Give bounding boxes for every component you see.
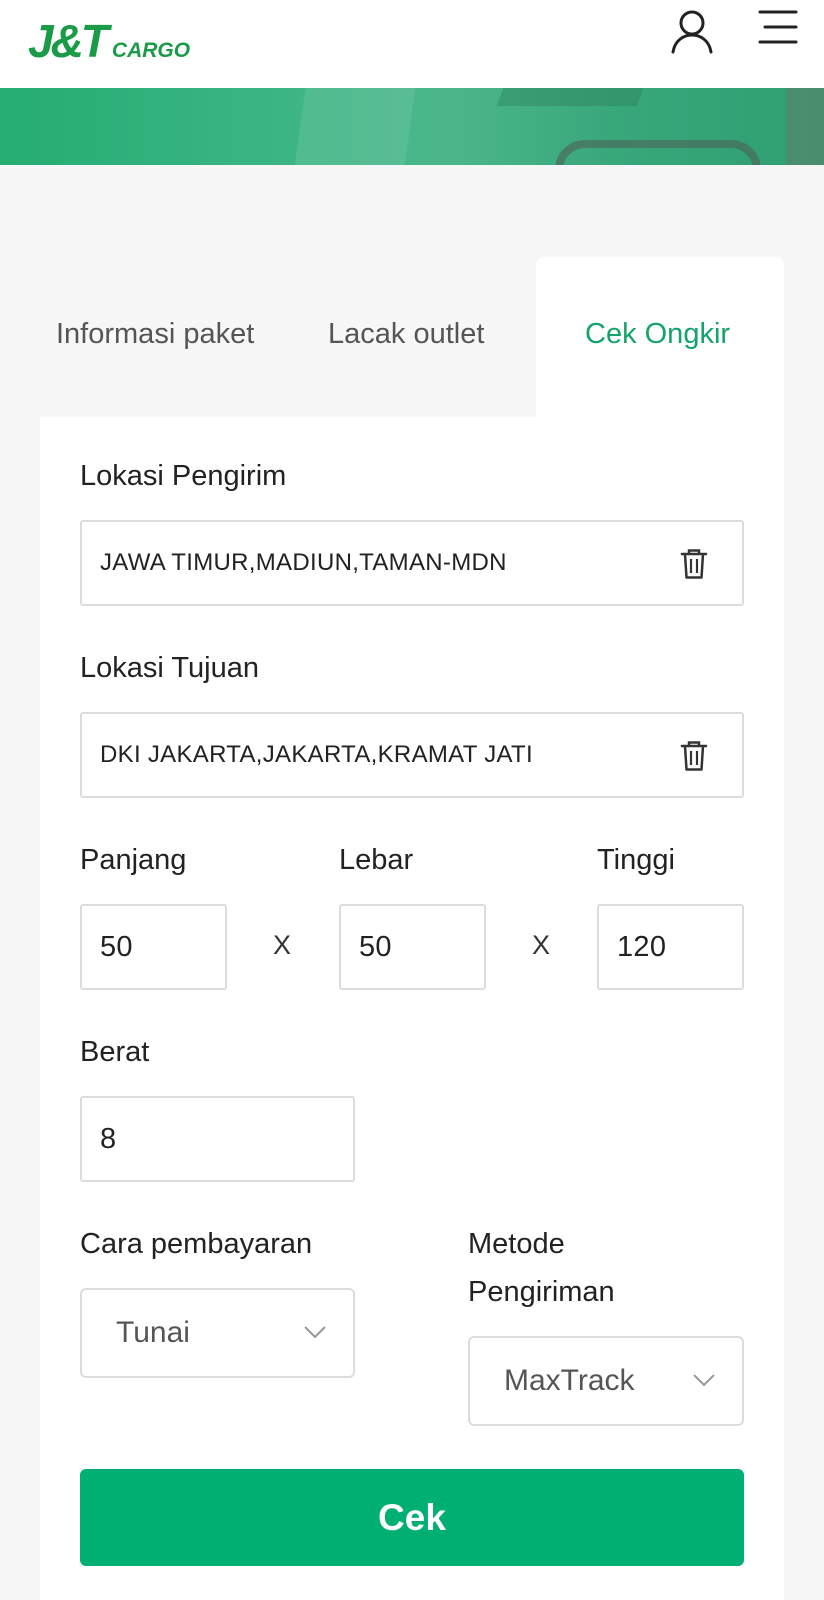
shipping-method-select[interactable]: MaxTrack [468, 1336, 744, 1426]
shipping-method-value: MaxTrack [504, 1364, 635, 1397]
length-input[interactable]: 50 [80, 904, 227, 990]
width-label: Lebar [339, 844, 414, 876]
chevron-down-icon [304, 1326, 326, 1339]
width-value: 50 [359, 930, 392, 963]
sender-location-value: JAWA TIMUR,MADIUN,TAMAN-MDN [100, 549, 507, 576]
site-header: J&T CARGO [0, 0, 824, 88]
jnt-cargo-logo[interactable]: J&T CARGO [28, 14, 190, 64]
weight-value: 8 [100, 1122, 117, 1155]
weight-input[interactable]: 8 [80, 1096, 355, 1182]
tab-cek-ongkir[interactable]: Cek Ongkir [585, 318, 730, 351]
shipping-method-label-line2: Pengiriman [468, 1276, 615, 1308]
payment-method-value: Tunai [116, 1316, 190, 1349]
logo-main-text: J&T [28, 15, 109, 67]
length-value: 50 [100, 930, 133, 963]
tab-lacak-outlet[interactable]: Lacak outlet [328, 318, 484, 351]
destination-location-label: Lokasi Tujuan [80, 652, 259, 684]
weight-label: Berat [80, 1036, 150, 1068]
cek-button[interactable]: Cek [80, 1469, 744, 1566]
times-symbol: X [532, 930, 551, 960]
destination-location-field[interactable]: DKI JAKARTA,JAKARTA,KRAMAT JATI [80, 712, 744, 798]
logo-sub-text: CARGO [111, 39, 191, 62]
shipping-method-label-line1: Metode [468, 1228, 565, 1260]
hamburger-menu-icon[interactable] [756, 8, 798, 48]
hero-banner-image [0, 88, 824, 165]
chevron-down-icon [693, 1374, 715, 1387]
user-icon[interactable] [668, 6, 716, 54]
payment-method-label: Cara pembayaran [80, 1228, 313, 1260]
destination-location-value: DKI JAKARTA,JAKARTA,KRAMAT JATI [100, 741, 533, 768]
width-input[interactable]: 50 [339, 904, 486, 990]
trash-icon[interactable] [680, 548, 708, 580]
times-symbol: X [273, 930, 292, 960]
payment-method-select[interactable]: Tunai [80, 1288, 355, 1378]
height-input[interactable]: 120 [597, 904, 744, 990]
length-label: Panjang [80, 844, 187, 876]
height-value: 120 [617, 930, 667, 963]
sender-location-field[interactable]: JAWA TIMUR,MADIUN,TAMAN-MDN [80, 520, 744, 606]
height-label: Tinggi [597, 844, 675, 876]
trash-icon[interactable] [680, 740, 708, 772]
sender-location-label: Lokasi Pengirim [80, 460, 287, 492]
tab-informasi-paket[interactable]: Informasi paket [56, 318, 254, 351]
